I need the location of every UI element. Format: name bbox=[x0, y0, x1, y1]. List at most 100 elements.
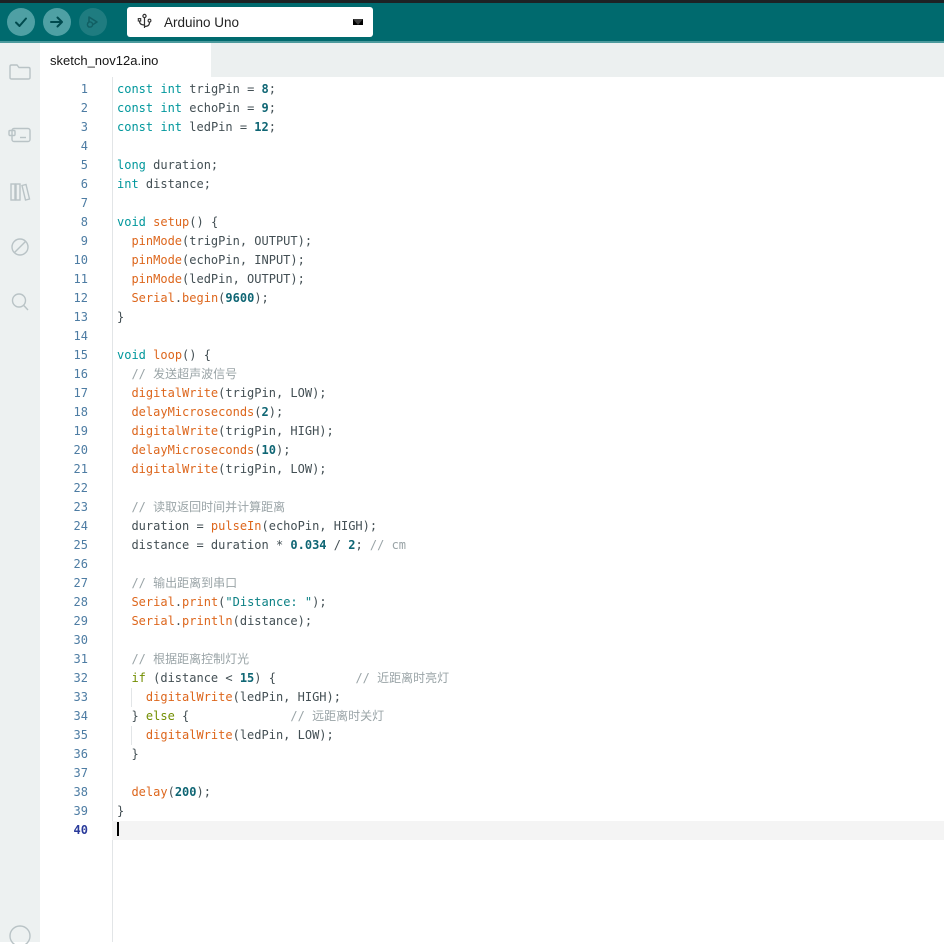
line-number: 4 bbox=[80, 139, 88, 153]
boards-manager-icon[interactable] bbox=[0, 115, 40, 155]
code-token: } bbox=[117, 709, 146, 723]
code-line[interactable]: 9 pinMode(trigPin, OUTPUT); bbox=[40, 232, 944, 251]
code-token: // 输出距离到串口 bbox=[131, 576, 238, 590]
code-line[interactable]: 39} bbox=[40, 802, 944, 821]
code-token: (distance); bbox=[232, 614, 313, 628]
code-token: duration; bbox=[145, 158, 219, 172]
code-line[interactable]: 20 delayMicroseconds(10); bbox=[40, 441, 944, 460]
code-token: long bbox=[117, 158, 146, 172]
code-token: pinMode bbox=[131, 253, 183, 267]
code-line[interactable]: 10 pinMode(echoPin, INPUT); bbox=[40, 251, 944, 270]
code-token: int bbox=[160, 120, 183, 134]
tab-sketch[interactable]: sketch_nov12a.ino bbox=[40, 43, 211, 77]
code-line[interactable]: 27 // 输出距离到串口 bbox=[40, 574, 944, 593]
code-line[interactable]: 19 digitalWrite(trigPin, HIGH); bbox=[40, 422, 944, 441]
code-token: () { bbox=[182, 348, 211, 362]
code-line[interactable]: 29 Serial.println(distance); bbox=[40, 612, 944, 631]
code-token: int bbox=[117, 177, 139, 191]
code-line-text bbox=[112, 821, 944, 840]
code-token: (distance < bbox=[145, 671, 240, 685]
code-line[interactable]: 21 digitalWrite(trigPin, LOW); bbox=[40, 460, 944, 479]
board-selector[interactable]: Arduino Uno bbox=[127, 7, 373, 37]
code-line[interactable]: 8 void setup() { bbox=[40, 213, 944, 232]
account-icon[interactable] bbox=[0, 916, 40, 944]
code-line-text: digitalWrite(ledPin, HIGH); bbox=[112, 688, 944, 707]
code-line-text: } bbox=[112, 802, 944, 821]
code-line[interactable]: 18 delayMicroseconds(2); bbox=[40, 403, 944, 422]
verify-button[interactable] bbox=[7, 8, 35, 36]
code-line[interactable]: 6 int distance; bbox=[40, 175, 944, 194]
code-line[interactable]: 15 void loop() { bbox=[40, 346, 944, 365]
line-number: 32 bbox=[73, 671, 88, 685]
code-token: // 根据距离控制灯光 bbox=[131, 652, 250, 666]
line-number: 12 bbox=[73, 291, 88, 305]
code-token: ) { bbox=[254, 671, 356, 685]
code-line[interactable]: 37 bbox=[40, 764, 944, 783]
code-token: "Distance: " bbox=[225, 595, 313, 609]
code-token: pulseIn bbox=[210, 519, 262, 533]
code-line[interactable]: 13} bbox=[40, 308, 944, 327]
toolbar: Arduino Uno bbox=[0, 3, 944, 43]
code-line[interactable]: 1 const int trigPin = 8; bbox=[40, 80, 944, 99]
code-line-text: void setup() { bbox=[112, 213, 944, 232]
code-line[interactable]: 23 // 读取返回时间并计算距离 bbox=[40, 498, 944, 517]
code-token: (trigPin, OUTPUT); bbox=[182, 234, 313, 248]
line-number: 27 bbox=[73, 576, 88, 590]
library-manager-icon[interactable] bbox=[0, 172, 40, 212]
code-line[interactable]: 24 duration = pulseIn(echoPin, HIGH); bbox=[40, 517, 944, 536]
code-line[interactable]: 32 if (distance < 15) { // 近距离时亮灯 bbox=[40, 669, 944, 688]
code-line[interactable]: 28 Serial.print("Distance: "); bbox=[40, 593, 944, 612]
code-line[interactable]: 36 } bbox=[40, 745, 944, 764]
code-token: // 发送超声波信号 bbox=[131, 367, 238, 381]
search-icon[interactable] bbox=[0, 282, 40, 322]
code-line-text: pinMode(trigPin, OUTPUT); bbox=[112, 232, 944, 251]
code-line[interactable]: 4 bbox=[40, 137, 944, 156]
chevron-down-icon bbox=[353, 19, 363, 25]
code-line[interactable]: 33 digitalWrite(ledPin, HIGH); bbox=[40, 688, 944, 707]
debugger-icon[interactable] bbox=[0, 227, 40, 267]
code-line[interactable]: 35 digitalWrite(ledPin, LOW); bbox=[40, 726, 944, 745]
upload-button[interactable] bbox=[43, 8, 71, 36]
code-line[interactable]: 30 bbox=[40, 631, 944, 650]
code-token: 10 bbox=[261, 443, 276, 457]
code-token: loop bbox=[153, 348, 183, 362]
code-line[interactable]: 38 delay(200); bbox=[40, 783, 944, 802]
code-token: (trigPin, HIGH); bbox=[218, 424, 334, 438]
debug-button[interactable] bbox=[79, 8, 107, 36]
code-line[interactable]: 40 bbox=[40, 821, 944, 840]
code-line[interactable]: 16 // 发送超声波信号 bbox=[40, 365, 944, 384]
code-token: // 远距离时关灯 bbox=[290, 709, 385, 723]
code-token: 9600 bbox=[225, 291, 255, 305]
code-line-text: // 读取返回时间并计算距离 bbox=[112, 498, 944, 517]
code-line[interactable]: 5 long duration; bbox=[40, 156, 944, 175]
code-token: pinMode bbox=[131, 234, 183, 248]
code-line[interactable]: 7 bbox=[40, 194, 944, 213]
line-number: 37 bbox=[73, 766, 88, 780]
code-token: delayMicroseconds bbox=[131, 443, 255, 457]
code-token: ( bbox=[254, 443, 262, 457]
code-line[interactable]: 31 // 根据距离控制灯光 bbox=[40, 650, 944, 669]
line-number: 5 bbox=[80, 158, 88, 172]
code-line[interactable]: 11 pinMode(ledPin, OUTPUT); bbox=[40, 270, 944, 289]
code-token: distance = duration * bbox=[117, 538, 291, 552]
code-line[interactable]: 2 const int echoPin = 9; bbox=[40, 99, 944, 118]
code-line[interactable]: 3 const int ledPin = 12; bbox=[40, 118, 944, 137]
code-token: const bbox=[117, 82, 154, 96]
code-editor[interactable]: 1 const int trigPin = 8; 2 const int echoPi… bbox=[40, 77, 944, 942]
code-line[interactable]: 17 digitalWrite(trigPin, LOW); bbox=[40, 384, 944, 403]
code-line[interactable]: 26 bbox=[40, 555, 944, 574]
code-line[interactable]: 14 bbox=[40, 327, 944, 346]
code-line[interactable]: 34 } else { // 远距离时关灯 bbox=[40, 707, 944, 726]
sketchbook-folder-icon[interactable] bbox=[0, 52, 40, 92]
code-line[interactable]: 25 distance = duration * 0.034 / 2; // c… bbox=[40, 536, 944, 555]
code-line[interactable]: 22 bbox=[40, 479, 944, 498]
line-number: 20 bbox=[73, 443, 88, 457]
code-line[interactable]: 12 Serial.begin(9600); bbox=[40, 289, 944, 308]
